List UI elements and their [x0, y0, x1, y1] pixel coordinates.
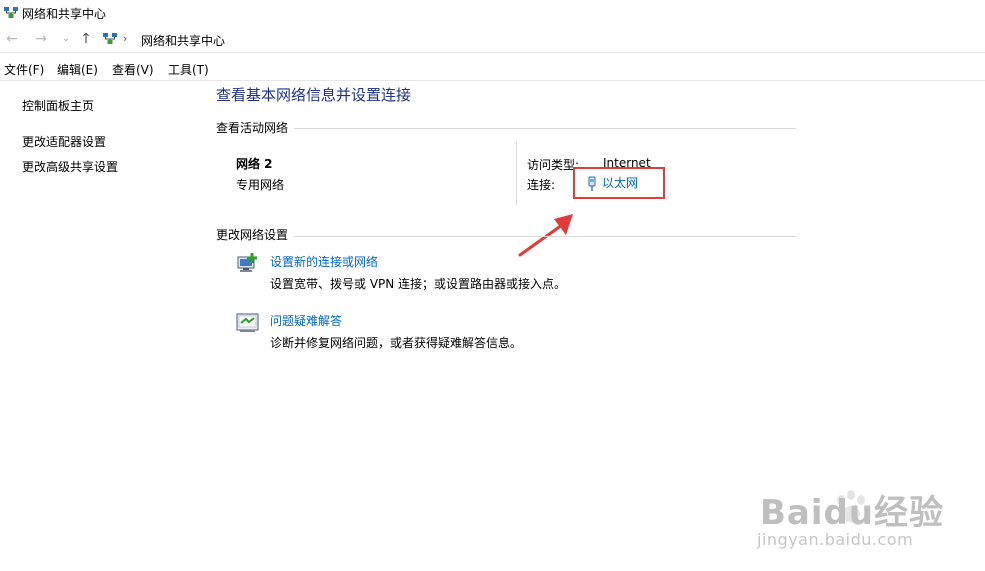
back-arrow-icon[interactable]: ←	[4, 31, 20, 47]
forward-arrow-icon[interactable]: →	[33, 31, 49, 47]
menu-view[interactable]: 查看(V)	[112, 61, 154, 78]
address-bar: ← → ⌄ ↑ › 网络和共享中心	[0, 26, 985, 53]
sidebar-item-advanced-sharing[interactable]: 更改高级共享设置	[22, 158, 118, 175]
troubleshoot-icon	[236, 313, 259, 332]
watermark-url: jingyan.baidu.com	[757, 530, 914, 549]
network-name: 网络 2	[236, 157, 273, 171]
annotation-arrow-icon	[518, 214, 573, 257]
section-active-networks: 查看活动网络	[216, 119, 295, 136]
menu-tools[interactable]: 工具(T)	[168, 61, 209, 78]
setup-connection-description: 设置宽带、拨号或 VPN 连接；或设置路由器或接入点。	[270, 277, 567, 291]
access-type-label: 访问类型:	[527, 158, 580, 172]
troubleshoot-link[interactable]: 问题疑难解答	[270, 312, 342, 329]
window-title: 网络和共享中心	[22, 7, 107, 21]
sidebar-item-adapter-settings[interactable]: 更改适配器设置	[22, 133, 106, 150]
setup-connection-link[interactable]: 设置新的连接或网络	[270, 253, 378, 270]
troubleshoot-description: 诊断并修复网络问题，或者获得疑难解答信息。	[270, 336, 523, 350]
connection-label: 连接:	[527, 178, 556, 192]
page-title: 查看基本网络信息并设置连接	[216, 86, 412, 104]
watermark-brand: Baidu经验	[760, 493, 945, 533]
network-icon	[103, 33, 117, 44]
menu-edit[interactable]: 编辑(E)	[57, 61, 98, 78]
section-divider	[216, 236, 796, 237]
up-arrow-icon[interactable]: ↑	[78, 31, 94, 47]
chevron-down-icon[interactable]: ⌄	[58, 31, 74, 47]
title-bar: 网络和共享中心	[0, 0, 985, 26]
divider	[0, 80, 985, 81]
annotation-highlight-box	[573, 167, 665, 199]
network-type: 专用网络	[236, 178, 285, 192]
section-change-settings: 更改网络设置	[216, 226, 295, 243]
breadcrumb-separator: ›	[123, 32, 128, 45]
menu-file[interactable]: 文件(F)	[4, 61, 44, 78]
network-icon	[4, 7, 18, 18]
new-connection-icon	[237, 253, 257, 272]
sidebar-control-panel-home[interactable]: 控制面板主页	[22, 97, 94, 114]
divider	[516, 142, 517, 205]
section-divider	[216, 128, 796, 129]
breadcrumb-item[interactable]: 网络和共享中心	[141, 32, 225, 49]
